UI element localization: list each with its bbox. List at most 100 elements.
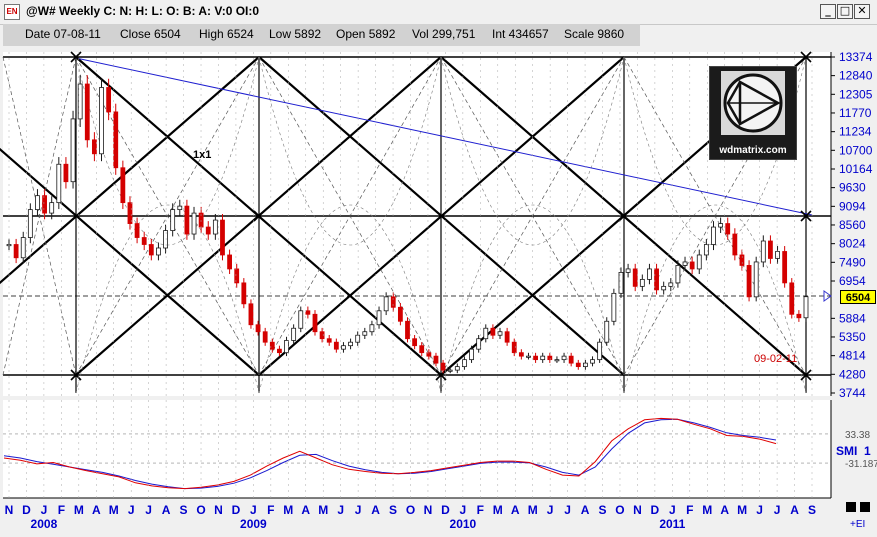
month-tick-label: J xyxy=(337,503,344,517)
month-tick-label: J xyxy=(41,503,48,517)
price-candle xyxy=(575,362,581,368)
price-candle xyxy=(561,355,567,361)
price-candle xyxy=(518,352,524,357)
price-candle xyxy=(326,338,332,343)
month-tick-label: J xyxy=(460,503,467,517)
logo-text: wdmatrix.com xyxy=(719,145,787,156)
date-mark-label: 09-02-11 xyxy=(754,353,797,365)
price-tick-label: 5884 xyxy=(839,311,866,325)
price-candle xyxy=(184,205,190,235)
maximize-button[interactable]: □ xyxy=(837,4,853,19)
wdmatrix-logo: wdmatrix.com xyxy=(709,66,797,160)
price-candle xyxy=(526,355,531,358)
month-tick-label: S xyxy=(599,503,607,517)
window-title: @W# Weekly C: N: H: L: O: B: A: V:0 OI:0 xyxy=(26,4,260,18)
price-candle xyxy=(668,282,674,287)
price-candle xyxy=(469,348,474,361)
month-tick-label: J xyxy=(564,503,571,517)
price-candle xyxy=(362,331,368,336)
price-candle xyxy=(56,163,62,204)
month-tick-label: S xyxy=(808,503,816,517)
info-close: Close 6504 xyxy=(120,27,181,41)
price-tick-label: 8024 xyxy=(839,237,866,251)
price-candle xyxy=(604,320,610,343)
price-candle xyxy=(269,341,275,350)
price-candle xyxy=(170,209,176,231)
price-candle xyxy=(120,167,126,204)
price-candle xyxy=(661,285,667,291)
price-candle xyxy=(383,296,389,312)
price-candle xyxy=(625,268,631,273)
price-candle xyxy=(305,310,311,315)
price-candle xyxy=(241,282,247,305)
price-candle xyxy=(42,195,47,214)
price-tick-label: 11770 xyxy=(839,106,872,120)
price-candle xyxy=(148,244,154,256)
month-tick-label: O xyxy=(615,503,624,517)
price-candle xyxy=(511,341,517,354)
panel-markers xyxy=(846,502,872,512)
price-candle xyxy=(675,265,681,284)
price-candle xyxy=(753,261,759,298)
price-candle xyxy=(27,209,33,238)
year-tick-label: 2009 xyxy=(240,517,267,531)
price-candle xyxy=(590,359,595,364)
month-tick-label: A xyxy=(162,503,171,517)
ratio-label: 1x1 xyxy=(193,149,211,161)
month-tick-label: M xyxy=(109,503,119,517)
price-tick-label: 10700 xyxy=(839,143,873,157)
app-icon[interactable]: EN xyxy=(4,4,20,20)
price-tick-label: 9094 xyxy=(839,199,866,213)
price-candle xyxy=(291,327,297,341)
month-tick-label: A xyxy=(92,503,101,517)
price-candle xyxy=(405,320,410,340)
price-tick-label: 5350 xyxy=(839,330,866,344)
price-candle xyxy=(768,240,773,259)
price-candle xyxy=(504,331,510,343)
close-button[interactable]: ✕ xyxy=(854,4,870,19)
price-candle xyxy=(212,219,218,235)
month-tick-label: F xyxy=(477,503,484,517)
price-candle xyxy=(583,362,588,368)
ei-label[interactable]: +EI xyxy=(850,519,865,530)
last-price-badge: 6504 xyxy=(840,290,876,304)
price-candle xyxy=(632,268,638,287)
price-candle xyxy=(533,355,538,361)
month-tick-label: M xyxy=(74,503,84,517)
price-candle xyxy=(333,341,339,350)
month-tick-label: J xyxy=(145,503,152,517)
price-candle xyxy=(234,268,240,284)
smi-period: 1 xyxy=(864,444,871,458)
price-candle xyxy=(647,268,652,280)
price-tick-label: 11234 xyxy=(839,125,872,139)
price-candle xyxy=(163,230,168,249)
price-tick-label: 6954 xyxy=(839,274,866,288)
price-candle xyxy=(205,226,211,235)
price-candle xyxy=(447,369,453,372)
smi-name: SMI xyxy=(836,444,858,458)
price-candle xyxy=(490,327,496,336)
minimize-button[interactable]: _ xyxy=(820,4,836,19)
price-candle xyxy=(554,359,560,362)
month-tick-label: J xyxy=(774,503,781,517)
price-candle xyxy=(568,355,574,364)
price-tick-label: 4280 xyxy=(839,367,866,381)
price-candle xyxy=(141,237,147,245)
price-candle xyxy=(319,331,325,340)
price-candle xyxy=(540,355,546,361)
month-tick-label: D xyxy=(651,503,660,517)
price-candle xyxy=(13,244,19,259)
price-candle xyxy=(248,303,254,326)
price-tick-label: 4814 xyxy=(839,349,866,363)
price-candle xyxy=(227,254,232,270)
month-tick-label: D xyxy=(22,503,31,517)
info-volume: Vol 299,751 xyxy=(412,27,476,41)
month-tick-label: J xyxy=(250,503,257,517)
price-candle xyxy=(63,163,69,183)
price-candle xyxy=(277,348,282,354)
price-candle xyxy=(99,87,104,155)
month-tick-label: M xyxy=(737,503,747,517)
price-candle xyxy=(284,340,289,354)
price-candle xyxy=(134,223,140,238)
month-tick-label: N xyxy=(424,503,433,517)
